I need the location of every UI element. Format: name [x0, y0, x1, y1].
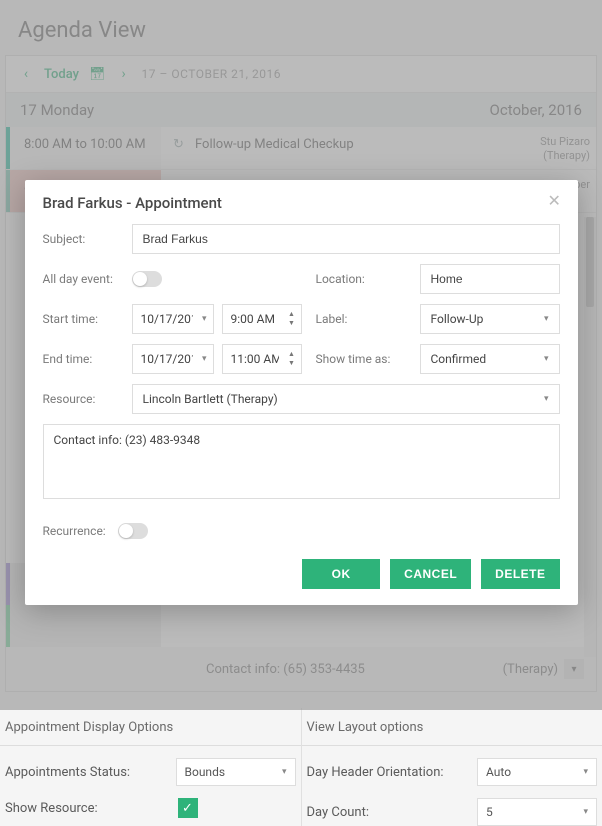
select-value: Bounds — [185, 765, 226, 779]
ok-button[interactable]: OK — [302, 559, 380, 589]
label: Appointments Status: — [5, 765, 176, 780]
notes-textarea[interactable] — [43, 424, 560, 499]
chevron-down-icon: ▾ — [202, 314, 207, 324]
select-value: Confirmed — [431, 352, 487, 366]
day-header-select[interactable]: Auto ▾ — [477, 758, 597, 786]
recurrence-toggle[interactable] — [118, 523, 148, 539]
day-count-select[interactable]: 5 ▾ — [477, 798, 597, 826]
time-value: 11:00 AM — [231, 352, 279, 366]
location-label: Location: — [316, 272, 406, 286]
location-input[interactable] — [420, 264, 560, 294]
start-time-input[interactable]: 9:00 AM ▲▼ — [222, 304, 302, 334]
start-date-input[interactable]: 10/17/2016 ▾ — [132, 304, 214, 334]
select-value: 5 — [486, 805, 493, 819]
chevron-down-icon: ▾ — [544, 314, 549, 324]
chevron-down-icon: ▾ — [282, 767, 287, 777]
date-value: 10/17/2016 — [141, 352, 193, 366]
resource-label: Resource: — [43, 392, 118, 406]
appointment-dialog: Brad Farkus - Appointment ✕ Subject: All… — [25, 180, 578, 605]
panel-title: View Layout options — [302, 708, 602, 746]
close-icon[interactable]: ✕ — [548, 193, 564, 209]
showtimeas-label: Show time as: — [316, 352, 406, 366]
dialog-title: Brad Farkus - Appointment — [43, 194, 560, 224]
chevron-down-icon: ▾ — [544, 394, 549, 404]
time-spinner[interactable]: ▲▼ — [287, 311, 297, 327]
label-select[interactable]: Follow-Up ▾ — [420, 304, 560, 334]
chevron-down-icon: ▾ — [583, 807, 588, 817]
start-time-label: Start time: — [43, 312, 118, 326]
end-time-label: End time: — [43, 352, 118, 366]
appt-status-select[interactable]: Bounds ▾ — [176, 758, 296, 786]
subject-input[interactable] — [132, 224, 560, 254]
end-date-input[interactable]: 10/17/2016 ▾ — [132, 344, 214, 374]
delete-button[interactable]: DELETE — [481, 559, 559, 589]
show-resource-checkbox[interactable]: ✓ — [178, 798, 198, 818]
date-value: 10/17/2016 — [141, 312, 193, 326]
chevron-down-icon: ▾ — [583, 767, 588, 777]
resource-select[interactable]: Lincoln Bartlett (Therapy) ▾ — [132, 384, 560, 414]
label: Day Count: — [307, 805, 478, 820]
all-day-label: All day event: — [43, 272, 118, 286]
select-value: Lincoln Bartlett (Therapy) — [143, 392, 278, 406]
select-value: Auto — [486, 765, 511, 779]
cancel-button[interactable]: CANCEL — [390, 559, 471, 589]
options-panels: Appointment Display Options Appointments… — [0, 708, 602, 826]
label: Show Resource: — [5, 801, 178, 816]
modal-overlay: Brad Farkus - Appointment ✕ Subject: All… — [0, 0, 602, 710]
select-value: Follow-Up — [431, 312, 484, 326]
subject-label: Subject: — [43, 232, 118, 246]
end-time-input[interactable]: 11:00 AM ▲▼ — [222, 344, 302, 374]
time-spinner[interactable]: ▲▼ — [287, 351, 297, 367]
all-day-toggle[interactable] — [132, 271, 162, 287]
chevron-down-icon: ▾ — [202, 354, 207, 364]
recurrence-label: Recurrence: — [43, 524, 106, 538]
label: Day Header Orientation: — [307, 765, 478, 780]
label-label: Label: — [316, 312, 406, 326]
time-value: 9:00 AM — [231, 312, 279, 326]
chevron-down-icon: ▾ — [544, 354, 549, 364]
panel-title: Appointment Display Options — [0, 708, 301, 746]
showtimeas-select[interactable]: Confirmed ▾ — [420, 344, 560, 374]
